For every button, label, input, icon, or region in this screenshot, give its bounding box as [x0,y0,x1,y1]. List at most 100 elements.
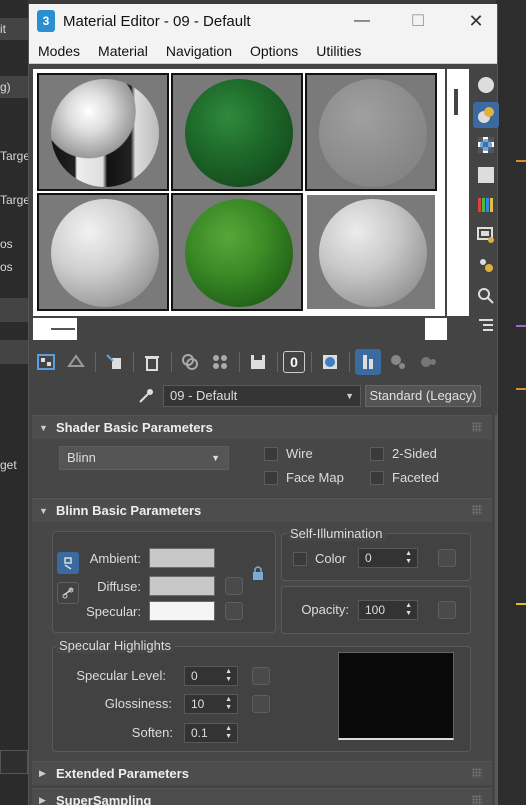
rollout-supersampling[interactable]: ▶ SuperSampling [32,788,492,805]
collapse-triangle-icon: ▼ [39,505,48,516]
put-material-to-scene-icon[interactable] [63,349,89,375]
menu-utilities[interactable]: Utilities [316,43,361,59]
show-shaded-material-icon[interactable] [317,349,343,375]
specular-map-button[interactable] [225,602,243,620]
toolbar-separator [95,352,96,372]
opacity-spinner[interactable]: 100 ▲ ▼ [358,600,418,620]
soften-spinner[interactable]: 0.1 ▲ ▼ [184,723,238,743]
opacity-map-button[interactable] [438,601,456,619]
specular-color-swatch[interactable] [149,601,215,621]
sample-slot-3[interactable] [305,73,437,191]
reset-map-icon[interactable] [139,349,165,375]
lock-ambient-diffuse-icon[interactable] [247,562,269,584]
blinn-basic-body: Ambient: Diffuse: Specular: Self-Illumin… [32,522,492,765]
spinner-arrows-icon[interactable]: ▲ ▼ [225,725,232,741]
two-sided-checkbox[interactable]: 2-Sided [370,446,437,461]
backlight-icon[interactable] [473,102,499,128]
go-to-parent-icon[interactable] [385,349,411,375]
pick-material-eyedropper-icon[interactable] [133,385,159,407]
put-to-library-icon[interactable] [245,349,271,375]
self-illum-map-button[interactable] [438,549,456,567]
select-by-material-icon[interactable] [473,282,499,308]
diffuse-map-button[interactable] [225,577,243,595]
lock-diffuse-specular-map-icon[interactable] [57,582,79,604]
face-map-checkbox[interactable]: Face Map [264,470,344,485]
video-color-check-icon[interactable] [473,192,499,218]
self-illum-spinner[interactable]: 0 ▲ ▼ [358,548,418,568]
ambient-color-swatch[interactable] [149,548,215,568]
rollout-title: Extended Parameters [56,766,189,781]
bg-bar [0,340,28,364]
diffuse-label: Diffuse: [97,579,141,594]
checkbox-box[interactable] [370,446,384,461]
self-illum-color-checkbox[interactable]: Color [293,551,346,566]
rollout-extended-parameters[interactable]: ▶ Extended Parameters [32,761,492,785]
minimize-button[interactable]: — [339,4,385,38]
background-checker-icon[interactable] [473,132,499,158]
sample-uv-tiling-icon[interactable] [473,162,499,188]
material-options-icon[interactable] [473,252,499,278]
go-forward-to-sibling-icon[interactable] [415,349,441,375]
checkbox-box[interactable] [264,446,278,461]
lock-ambient-diffuse-map-icon[interactable] [57,552,79,574]
checkbox-label: Color [315,551,347,566]
shader-type-dropdown[interactable]: Blinn ▼ [59,446,229,470]
checkbox-box[interactable] [370,470,384,485]
wire-checkbox[interactable]: Wire [264,446,313,461]
checkbox-box[interactable] [264,470,278,485]
sample-slot-4[interactable] [37,193,169,311]
scrollbar-thumb[interactable] [51,328,75,330]
spinner-arrows-icon[interactable]: ▲ ▼ [225,668,232,684]
menu-options[interactable]: Options [250,43,298,59]
slots-horizontal-scrollbar[interactable] [33,318,77,340]
drag-grip-icon[interactable] [472,795,482,805]
faceted-checkbox[interactable]: Faceted [370,470,439,485]
sample-slot-5[interactable] [171,193,303,311]
sample-slot-1[interactable] [37,73,169,191]
spinner-arrows-icon[interactable]: ▲ ▼ [225,696,232,712]
menu-material[interactable]: Material [98,43,148,59]
material-name-field[interactable]: 09 - Default ▼ [163,385,361,407]
slots-vertical-scrollbar[interactable] [447,69,469,316]
menu-navigation[interactable]: Navigation [166,43,232,59]
make-preview-icon[interactable] [473,222,499,248]
bg-line [516,160,526,162]
glossiness-map-button[interactable] [252,695,270,713]
menu-modes[interactable]: Modes [38,43,80,59]
slots-horizontal-scrollbar-end[interactable] [425,318,447,340]
assign-material-to-selection-icon[interactable] [101,349,127,375]
make-unique-icon[interactable] [207,349,233,375]
sample-type-sphere-icon[interactable] [473,72,499,98]
toolbar-separator [171,352,172,372]
get-material-icon[interactable] [33,349,59,375]
material-type-button[interactable]: Standard (Legacy) [365,385,481,407]
checkbox-box[interactable] [293,551,307,566]
bg-text: get [0,458,17,472]
glossiness-label: Glossiness: [104,696,172,711]
sample-slot-2[interactable] [171,73,303,191]
drag-grip-icon[interactable] [472,768,482,778]
glossiness-spinner[interactable]: 10 ▲ ▼ [184,694,238,714]
rollout-blinn-basic[interactable]: ▼ Blinn Basic Parameters [32,498,492,522]
material-id-channel[interactable]: 0 [283,351,305,373]
rollout-scrollbar[interactable] [495,415,498,805]
scrollbar-thumb[interactable] [454,89,458,115]
background-app-left: it g) Targe Targe os os get [0,0,30,805]
drag-grip-icon[interactable] [472,422,482,432]
side-toolbar [473,72,501,342]
diffuse-color-swatch[interactable] [149,576,215,596]
maximize-button[interactable]: ☐ [395,4,441,38]
sample-slot-6-active[interactable] [305,193,437,311]
material-name-value: 09 - Default [170,388,238,403]
specular-level-map-button[interactable] [252,667,270,685]
spinner-arrows-icon[interactable]: ▲ ▼ [405,550,412,566]
drag-grip-icon[interactable] [472,505,482,515]
spinner-arrows-icon[interactable]: ▲ ▼ [405,602,412,618]
rollout-shader-basic[interactable]: ▼ Shader Basic Parameters [32,415,492,439]
close-button[interactable]: ✕ [453,4,499,38]
material-map-navigator-icon[interactable] [473,312,499,338]
make-material-copy-icon[interactable] [177,349,203,375]
specular-level-spinner[interactable]: 0 ▲ ▼ [184,666,238,686]
show-end-result-icon[interactable] [355,349,381,375]
checkbox-label: Wire [286,446,313,461]
